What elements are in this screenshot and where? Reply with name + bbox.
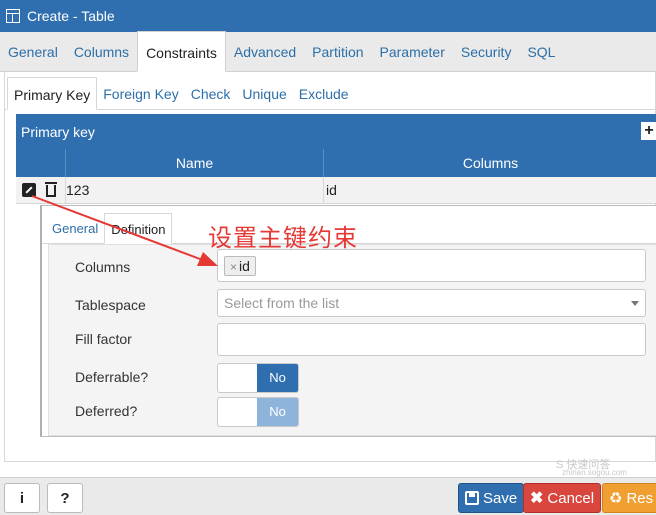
deferred-toggle-state: No (257, 398, 298, 426)
tab-unique[interactable]: Unique (236, 77, 292, 109)
constraints-panel: Primary Key Foreign Key Check Unique Exc… (4, 72, 656, 462)
tab-security[interactable]: Security (453, 31, 520, 71)
fill-factor-label: Fill factor (75, 331, 132, 347)
tab-exclude[interactable]: Exclude (293, 77, 355, 109)
close-icon: ✖ (530, 490, 544, 507)
column-chip-label: id (239, 258, 250, 274)
window-title: Create - Table (27, 8, 115, 24)
watermark-url: zhinan.sogou.com (562, 468, 627, 477)
window-titlebar: Create - Table (0, 0, 656, 32)
fill-factor-input[interactable] (217, 323, 646, 356)
deferrable-label: Deferrable? (75, 369, 149, 385)
add-row-button[interactable]: + (641, 122, 656, 140)
columns-label: Columns (75, 259, 131, 275)
definition-form: Columns × id Tablespace Select from the l… (48, 244, 656, 436)
grid-header-name: Name (66, 149, 324, 177)
main-tabs: General Columns Constraints Advanced Par… (0, 31, 656, 72)
deferred-label: Deferred? (75, 403, 138, 419)
row-actions (16, 176, 66, 204)
annotation-text: 设置主键约束 (208, 224, 358, 252)
info-icon: i (19, 489, 25, 507)
save-label: Save (483, 489, 518, 507)
help-icon: ? (60, 489, 70, 507)
help-button[interactable]: ? (47, 483, 83, 513)
reset-label: Res (626, 489, 654, 507)
columns-multiselect[interactable]: × id (217, 249, 646, 282)
table-row: 123 id (16, 176, 656, 204)
grid-header-columns: Columns (462, 155, 519, 171)
table-icon (6, 9, 20, 23)
chevron-down-icon (631, 301, 639, 306)
tab-general[interactable]: General (0, 31, 66, 71)
deferrable-toggle-state: No (257, 364, 298, 392)
primary-key-header: Primary key + (16, 114, 656, 149)
tablespace-label: Tablespace (75, 297, 146, 313)
column-chip: × id (224, 256, 256, 276)
save-button[interactable]: Save (458, 483, 525, 513)
tablespace-placeholder: Select from the list (224, 295, 340, 311)
tab-advanced[interactable]: Advanced (226, 31, 304, 71)
trash-icon[interactable] (45, 182, 57, 197)
tablespace-select[interactable]: Select from the list (217, 289, 646, 317)
tab-check[interactable]: Check (185, 77, 237, 109)
tab-primary-key[interactable]: Primary Key (7, 77, 98, 110)
primary-key-title: Primary key (21, 123, 95, 140)
deferred-toggle[interactable]: No (217, 397, 299, 427)
save-icon (465, 491, 479, 505)
deferrable-toggle[interactable]: No (217, 363, 299, 393)
remove-chip-icon[interactable]: × (230, 260, 237, 274)
constraint-subtabs: Primary Key Foreign Key Check Unique Exc… (5, 76, 656, 110)
tab-columns[interactable]: Columns (66, 31, 137, 71)
edit-icon[interactable] (22, 183, 36, 197)
cancel-button[interactable]: ✖ Cancel (523, 483, 602, 513)
tab-foreign-key[interactable]: Foreign Key (97, 77, 184, 109)
tab-constraints[interactable]: Constraints (137, 31, 226, 72)
tab-parameter[interactable]: Parameter (372, 31, 453, 71)
detail-tab-definition[interactable]: Definition (104, 213, 173, 244)
grid-header-actions (16, 149, 66, 177)
tab-partition[interactable]: Partition (304, 31, 371, 71)
row-name-cell[interactable]: 123 (66, 176, 324, 204)
dialog-footer: i ? Save ✖ Cancel ♻ Res (0, 477, 656, 515)
reset-button[interactable]: ♻ Res (602, 483, 656, 513)
row-columns-cell[interactable]: id (324, 177, 656, 204)
cancel-label: Cancel (547, 489, 595, 507)
tab-sql[interactable]: SQL (519, 31, 563, 71)
grid-header: Name Columns (16, 149, 656, 177)
recycle-icon: ♻ (609, 490, 623, 507)
detail-tab-general[interactable]: General (46, 213, 104, 243)
info-button[interactable]: i (4, 483, 40, 513)
